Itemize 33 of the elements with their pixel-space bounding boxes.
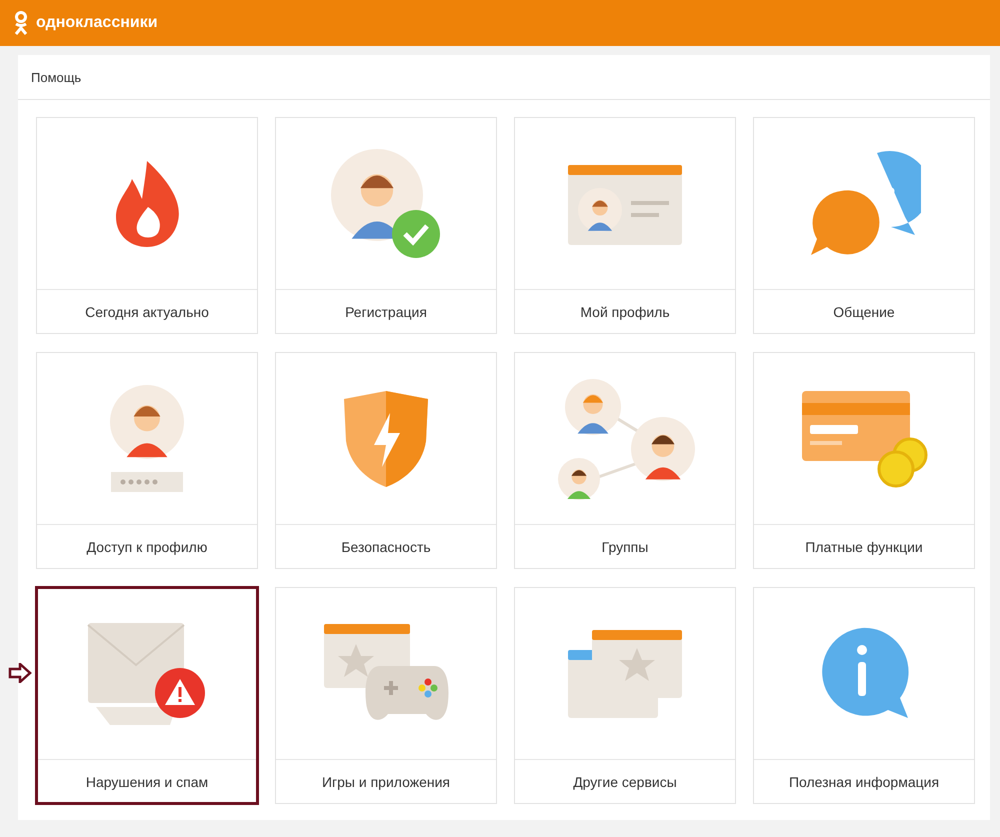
help-section-card[interactable]: Регистрация (275, 117, 497, 334)
section-label: Безопасность (340, 538, 432, 556)
section-label: Доступ к профилю (86, 538, 208, 557)
section-label: Полезная информация (788, 772, 940, 792)
help-section-card[interactable]: Сегодня актуально (36, 117, 258, 334)
section-label: Мой профиль (579, 302, 671, 322)
help-section-card[interactable]: Общение (753, 117, 975, 334)
section-label: Сегодня актуально (84, 302, 210, 322)
help-section-card[interactable]: Группы (514, 352, 736, 569)
section-label: Регистрация (344, 302, 428, 322)
section-label: Группы (600, 538, 650, 557)
shield-icon (342, 388, 430, 488)
section-label: Игры и приложения (320, 772, 452, 792)
help-section-card[interactable]: Полезная информация (753, 587, 975, 804)
help-section-card[interactable]: Платные функции (753, 352, 975, 569)
section-label: Общение (832, 302, 896, 322)
help-section-card[interactable]: Безопасность (275, 352, 497, 569)
avatar-with-password-icon (109, 384, 185, 494)
help-section-card[interactable]: Доступ к профилю (36, 352, 258, 569)
help-section-card[interactable]: Мой профиль (514, 117, 736, 334)
woman-avatar-with-check-icon (330, 148, 442, 260)
group-avatars-icon (555, 376, 695, 500)
card-with-coins-icon (800, 388, 928, 488)
help-section-card[interactable]: Игры и приложения (275, 587, 497, 804)
section-label: Нарушения и спам (84, 772, 210, 792)
section-label: Платные функции (804, 538, 924, 557)
help-section-card[interactable]: Нарушения и спам (36, 587, 258, 804)
page-title: Помощь (31, 70, 82, 84)
envelope-with-warning-icon (86, 620, 208, 726)
section-label: Другие сервисы (572, 772, 678, 792)
logo-icon[interactable] (14, 11, 28, 35)
help-section-card[interactable]: Другие сервисы (514, 587, 736, 804)
windows-with-star-icon (566, 628, 684, 720)
